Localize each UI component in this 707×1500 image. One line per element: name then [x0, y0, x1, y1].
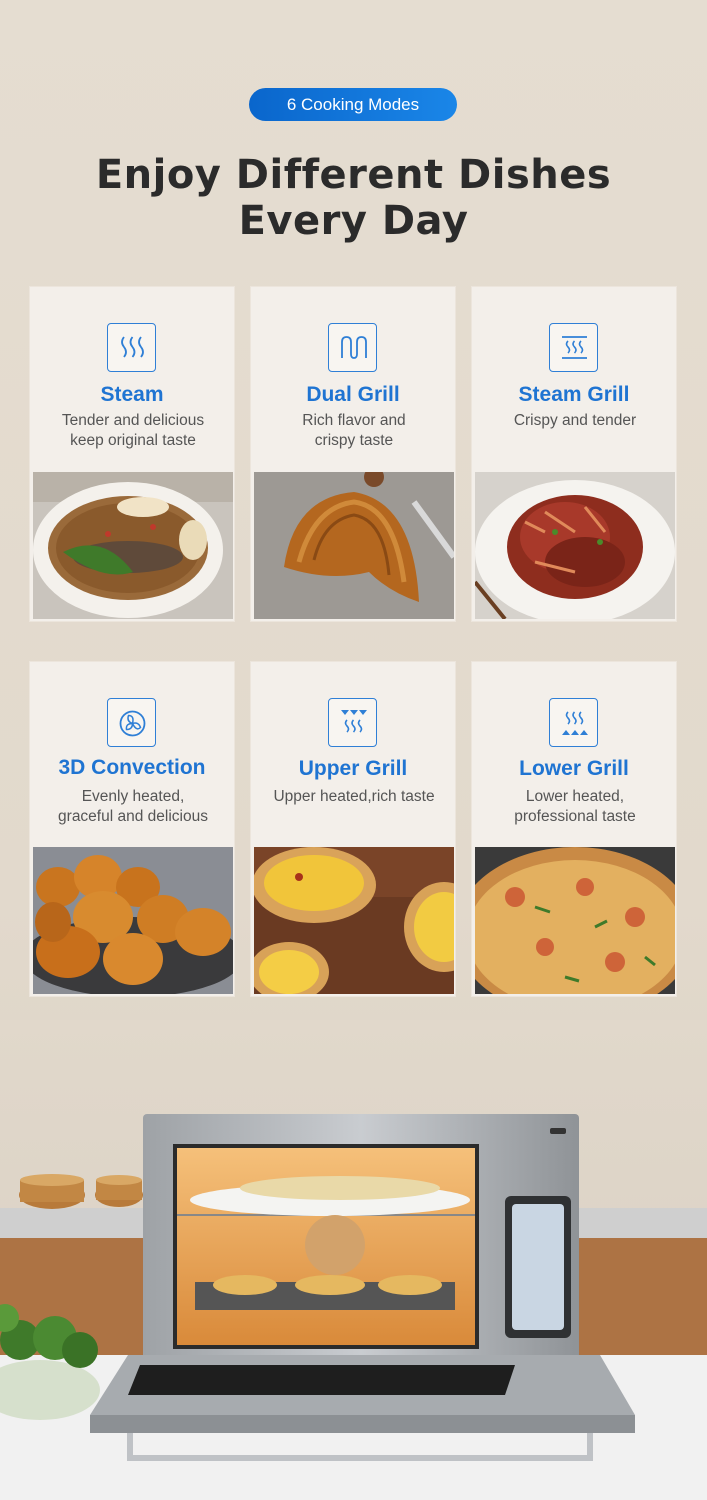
oven-kitchen-photo	[0, 1020, 707, 1500]
mode-desc-line-2: crispy taste	[314, 432, 394, 449]
dual-grill-icon	[328, 323, 377, 372]
mode-desc-line-1: Evenly heated,	[81, 788, 185, 805]
mode-card-3d-convection: 3D Convection Evenly heated, graceful an…	[29, 661, 235, 997]
mode-description: Tender and delicious keep original taste	[38, 411, 228, 451]
upper-grill-icon	[328, 698, 377, 747]
shredded-meat-photo	[475, 472, 675, 619]
lower-grill-icon	[549, 698, 598, 747]
mode-description: Evenly heated, graceful and delicious	[38, 787, 228, 827]
croissant-photo	[254, 472, 454, 619]
mode-desc-line-1: Tender and delicious	[61, 412, 205, 429]
mode-card-steam: Steam Tender and delicious keep original…	[29, 286, 235, 622]
mode-desc-line-1: Crispy and tender	[513, 412, 637, 429]
mode-desc-line-1: Lower heated,	[525, 788, 625, 805]
mode-description: Lower heated, professional taste	[480, 787, 670, 827]
egg-tarts-photo	[254, 847, 454, 994]
cooking-modes-badge: 6 Cooking Modes	[249, 88, 457, 121]
mode-title: Steam Grill	[518, 383, 630, 406]
mode-desc-line-1: Rich flavor and	[302, 412, 406, 429]
mode-card-steam-grill: Steam Grill Crispy and tender	[471, 286, 677, 622]
headline-line-2: Every Day	[238, 198, 469, 244]
mode-desc-line-2: professional taste	[514, 808, 636, 825]
mode-card-upper-grill: Upper Grill Upper heated,rich taste	[250, 661, 456, 997]
mode-title: Dual Grill	[306, 383, 400, 406]
mode-title: Lower Grill	[519, 757, 629, 780]
steam-grill-icon	[549, 323, 598, 372]
mode-description: Crispy and tender	[480, 411, 670, 431]
mode-desc-line-2: graceful and delicious	[58, 808, 208, 825]
headline-line-1: Enjoy Different Dishes	[95, 152, 612, 198]
roast-potatoes-photo	[33, 847, 233, 994]
mode-desc-line-2: keep original taste	[70, 432, 196, 449]
mode-card-lower-grill: Lower Grill Lower heated, professional t…	[471, 661, 677, 997]
soup-photo	[33, 472, 233, 619]
mode-title: Upper Grill	[298, 757, 408, 780]
pizza-photo	[475, 847, 675, 994]
mode-description: Rich flavor and crispy taste	[259, 411, 449, 451]
mode-card-dual-grill: Dual Grill Rich flavor and crispy taste	[250, 286, 456, 622]
fan-icon	[107, 698, 156, 747]
mode-desc-line-1: Upper heated,rich taste	[273, 788, 435, 805]
mode-description: Upper heated,rich taste	[259, 787, 449, 807]
mode-title: 3D Convection	[58, 756, 206, 779]
steam-icon	[107, 323, 156, 372]
mode-title: Steam	[100, 383, 164, 406]
